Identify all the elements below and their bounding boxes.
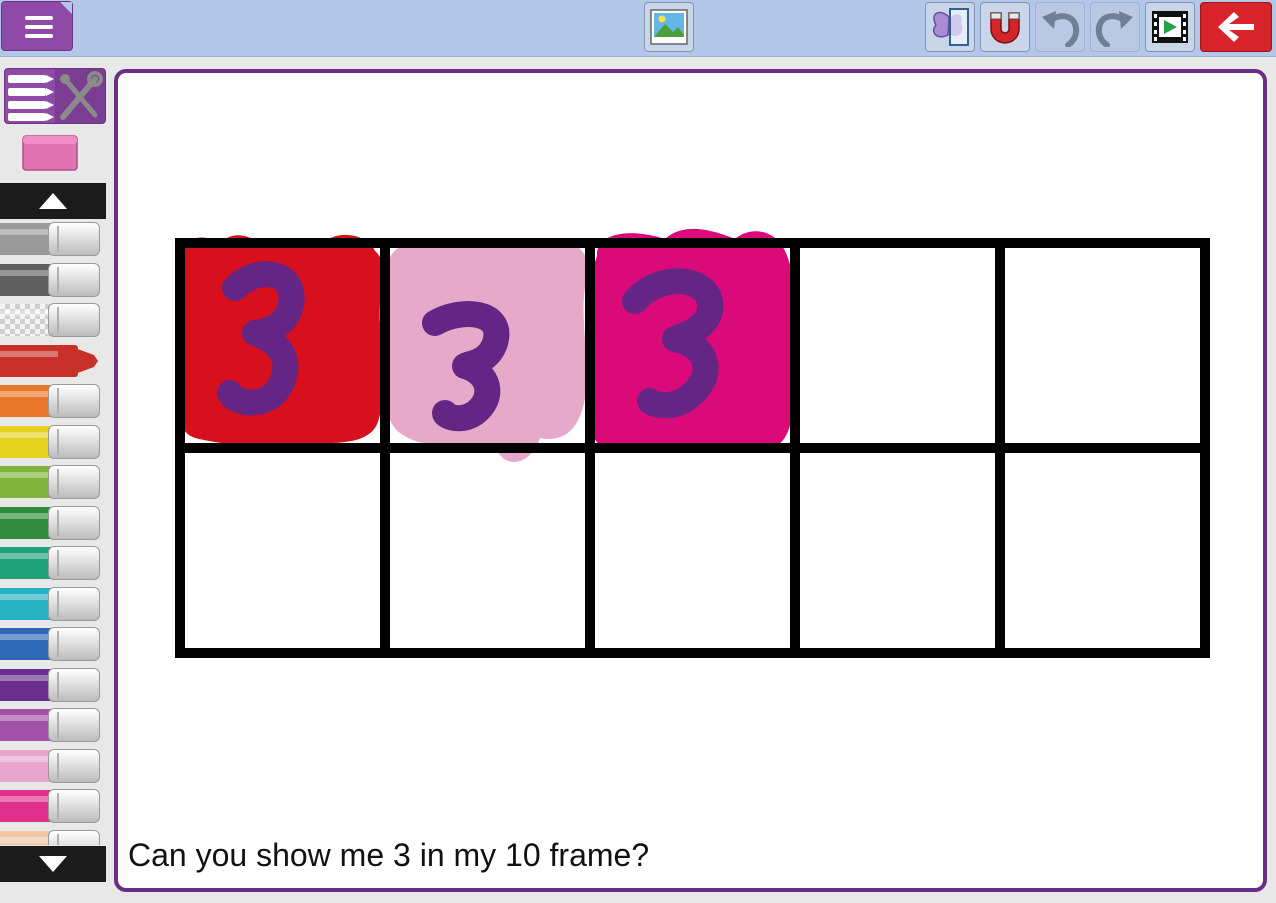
undo-button[interactable] bbox=[1035, 2, 1085, 52]
triangle-up-icon bbox=[39, 193, 67, 209]
marker-5[interactable] bbox=[0, 424, 100, 460]
eraser-button[interactable] bbox=[22, 132, 78, 172]
tools-icon bbox=[55, 69, 105, 123]
marker-13[interactable] bbox=[0, 748, 100, 784]
mirror-button[interactable] bbox=[925, 2, 975, 52]
redo-button[interactable] bbox=[1090, 2, 1140, 52]
filmstrip-icon bbox=[1152, 11, 1188, 43]
tools-toggle-button[interactable] bbox=[4, 68, 106, 124]
marker-12[interactable] bbox=[0, 707, 100, 743]
marker-1[interactable] bbox=[0, 262, 100, 298]
marker-9[interactable] bbox=[0, 586, 100, 622]
marker-0[interactable] bbox=[0, 221, 100, 257]
top-toolbar bbox=[0, 0, 1276, 57]
marker-palette bbox=[0, 221, 106, 845]
marker-14[interactable] bbox=[0, 788, 100, 824]
arrow-left-icon bbox=[1218, 12, 1254, 42]
palette-scroll-up-button[interactable] bbox=[0, 183, 106, 219]
play-button[interactable] bbox=[1145, 2, 1195, 52]
redo-icon bbox=[1095, 11, 1133, 47]
marker-10[interactable] bbox=[0, 626, 100, 662]
marker-7[interactable] bbox=[0, 505, 100, 541]
pens-icon bbox=[5, 69, 55, 123]
undo-icon bbox=[1042, 11, 1080, 47]
ten-frame bbox=[175, 228, 1210, 658]
marker-11[interactable] bbox=[0, 667, 100, 703]
back-button[interactable] bbox=[1200, 2, 1272, 52]
triangle-down-icon bbox=[39, 856, 67, 872]
eraser-icon bbox=[22, 135, 78, 171]
marker-6[interactable] bbox=[0, 464, 100, 500]
counter-2 bbox=[379, 240, 589, 462]
palette-scroll-down-button[interactable] bbox=[0, 846, 106, 882]
image-picker-button[interactable] bbox=[644, 2, 694, 52]
prompt-text: Can you show me 3 in my 10 frame? bbox=[128, 837, 650, 873]
marker-8[interactable] bbox=[0, 545, 100, 581]
drawing-canvas[interactable]: Can you show me 3 in my 10 frame? bbox=[114, 69, 1267, 892]
marker-3[interactable] bbox=[0, 343, 100, 379]
picture-icon bbox=[650, 9, 688, 45]
magnet-icon bbox=[990, 12, 1020, 44]
counter-1 bbox=[175, 234, 387, 447]
marker-15[interactable] bbox=[0, 829, 100, 845]
menu-button[interactable] bbox=[1, 1, 73, 51]
marker-2[interactable] bbox=[0, 302, 100, 338]
counter-3 bbox=[586, 228, 795, 452]
magnet-button[interactable] bbox=[980, 2, 1030, 52]
butterfly-icon bbox=[932, 8, 969, 46]
marker-4[interactable] bbox=[0, 383, 100, 419]
menu-icon bbox=[25, 16, 53, 38]
